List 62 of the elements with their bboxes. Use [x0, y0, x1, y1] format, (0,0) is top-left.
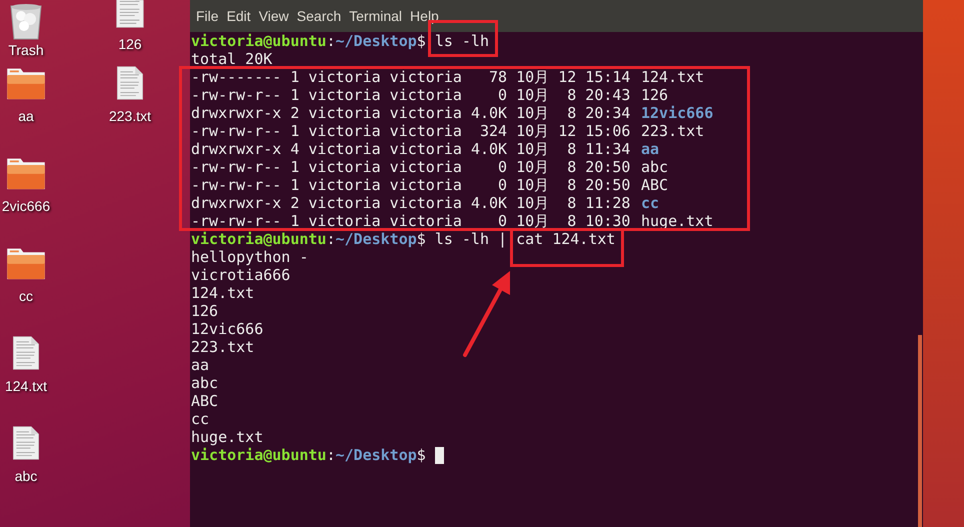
icon-label: cc: [19, 288, 33, 304]
icon-label: Trash: [8, 42, 44, 58]
prompt-user: victoria@ubuntu: [191, 230, 326, 248]
prompt-path: ~/Desktop: [336, 446, 417, 464]
prompt-separator: :: [326, 32, 336, 50]
file-details: -rw-rw-r-- 1 victoria victoria 0 10月 8 20:43: [191, 86, 632, 104]
output-line: ABC: [191, 392, 218, 410]
file-name: 124.txt: [641, 68, 704, 86]
prompt-user: victoria@ubuntu: [191, 446, 326, 464]
output-line: abc: [191, 374, 218, 392]
file-name: huge.txt: [641, 212, 714, 230]
prompt-symbol: $: [416, 446, 426, 464]
file-details: drwxrwxr-x 2 victoria victoria 4.0K 10月 8 20:34: [191, 104, 632, 122]
prompt-user: victoria@ubuntu: [191, 32, 326, 50]
file-details: -rw-rw-r-- 1 victoria victoria 0 10月 8 20:50: [191, 176, 632, 194]
output-line: 124.txt: [191, 284, 254, 302]
prompt-separator: :: [326, 230, 336, 248]
output-line: aa: [191, 356, 210, 374]
output-line: 12vic666: [191, 320, 264, 338]
file-details: -rw-rw-r-- 1 victoria victoria 0 10月 8 10:30: [191, 212, 632, 230]
icon-label: 124.txt: [4, 378, 48, 394]
file-name: 223.txt: [641, 122, 704, 140]
menu-item[interactable]: Search: [296, 8, 342, 24]
output-line: vicrotia666: [191, 266, 290, 284]
icon-label: 223.txt: [108, 108, 152, 124]
file-name: abc: [641, 158, 668, 176]
menu-item[interactable]: Terminal: [349, 8, 402, 24]
command-text: ls -lh: [434, 32, 489, 50]
icon-label: aa: [18, 108, 34, 124]
output-line: cc: [191, 410, 210, 428]
menu-item[interactable]: View: [258, 8, 289, 24]
file-details: drwxrwxr-x 4 victoria victoria 4.0K 10月 8 11:34: [191, 140, 632, 158]
output-line: 126: [191, 302, 218, 320]
trash-icon[interactable]: [8, 2, 44, 40]
file-name: cc: [641, 194, 660, 212]
prompt-separator: :: [326, 446, 336, 464]
icon-label: 126: [118, 36, 142, 52]
menu-item[interactable]: File: [196, 8, 219, 24]
output-line: hellopython -: [191, 248, 308, 266]
file-name: 12vic666: [641, 104, 714, 122]
output-line: huge.txt: [191, 428, 264, 446]
file-name: ABC: [641, 176, 668, 194]
scrollbar[interactable]: [918, 335, 922, 527]
prompt-path: ~/Desktop: [336, 230, 417, 248]
output-line: total 20K: [191, 50, 272, 68]
file-details: -rw-rw-r-- 1 victoria victoria 0 10月 8 20:50: [191, 158, 632, 176]
prompt-path: ~/Desktop: [336, 32, 417, 50]
command-text: ls -lh | cat 124.txt: [434, 230, 616, 248]
prompt-symbol: $: [416, 32, 426, 50]
output-line: 223.txt: [191, 338, 254, 356]
file-name: 126: [641, 86, 668, 104]
folder-icon[interactable]: [4, 156, 48, 190]
file-details: drwxrwxr-x 2 victoria victoria 4.0K 10月 8 11:28: [191, 194, 632, 212]
icon-label: abc: [14, 468, 38, 484]
folder-icon[interactable]: [4, 66, 48, 100]
folder-icon[interactable]: [4, 246, 48, 280]
prompt-symbol: $: [416, 230, 426, 248]
menu-item[interactable]: Edit: [226, 8, 251, 24]
icon-label: 2vic666: [2, 198, 50, 214]
file-details: -rw------- 1 victoria victoria 78 10月 12 15:14: [191, 68, 632, 86]
file-name: aa: [641, 140, 660, 158]
file-details: -rw-rw-r-- 1 victoria victoria 324 10月 12 15:06: [191, 122, 632, 140]
